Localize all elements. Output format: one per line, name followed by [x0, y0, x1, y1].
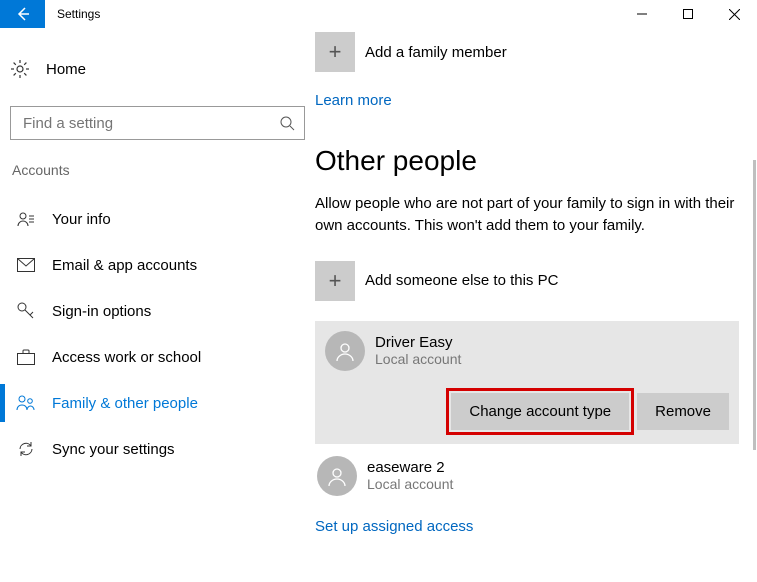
section-label: Accounts: [10, 162, 315, 178]
sidebar-item-family[interactable]: Family & other people: [10, 380, 315, 426]
search-icon: [270, 115, 304, 131]
learn-more-link[interactable]: Learn more: [315, 92, 739, 109]
window-controls: [619, 0, 757, 28]
avatar-icon: [317, 456, 357, 496]
sidebar-item-label: Sync your settings: [52, 441, 175, 458]
user-name: Driver Easy: [375, 334, 461, 351]
sidebar-item-label: Access work or school: [52, 349, 201, 366]
add-other-label: Add someone else to this PC: [365, 272, 558, 289]
mail-icon: [16, 255, 36, 275]
home-label: Home: [46, 61, 86, 78]
plus-icon: +: [315, 261, 355, 301]
sidebar-item-your-info[interactable]: Your info: [10, 196, 315, 242]
other-people-description: Allow people who are not part of your fa…: [315, 193, 739, 237]
add-family-row[interactable]: + Add a family member: [315, 32, 739, 72]
add-family-label: Add a family member: [365, 44, 507, 61]
key-icon: [16, 301, 36, 321]
search-input[interactable]: [11, 115, 270, 132]
remove-button[interactable]: Remove: [637, 393, 729, 430]
window-titlebar: Settings: [0, 0, 757, 28]
briefcase-icon: [16, 347, 36, 367]
sidebar-item-label: Email & app accounts: [52, 257, 197, 274]
left-panel: Home Accounts Your info Email & app acco…: [0, 28, 315, 582]
user-row-easeware[interactable]: easeware 2 Local account: [315, 450, 739, 496]
sidebar-item-label: Sign-in options: [52, 303, 151, 320]
gear-icon: [10, 59, 30, 79]
sidebar-item-signin[interactable]: Sign-in options: [10, 288, 315, 334]
person-icon: [16, 209, 36, 229]
search-box[interactable]: [10, 106, 305, 140]
sidebar-item-work[interactable]: Access work or school: [10, 334, 315, 380]
scrollbar[interactable]: [753, 160, 756, 450]
minimize-button[interactable]: [619, 0, 665, 28]
assigned-access-link[interactable]: Set up assigned access: [315, 518, 739, 535]
user-subtitle: Local account: [375, 351, 461, 367]
change-account-type-button[interactable]: Change account type: [451, 393, 629, 430]
other-people-heading: Other people: [315, 145, 739, 177]
user-subtitle: Local account: [367, 476, 453, 492]
maximize-button[interactable]: [665, 0, 711, 28]
back-button[interactable]: [0, 0, 45, 28]
sidebar-item-email[interactable]: Email & app accounts: [10, 242, 315, 288]
plus-icon: +: [315, 32, 355, 72]
avatar-icon: [325, 331, 365, 371]
user-card-driver-easy[interactable]: Driver Easy Local account Change account…: [315, 321, 739, 444]
sidebar-item-label: Family & other people: [52, 395, 198, 412]
user-name: easeware 2: [367, 459, 453, 476]
sidebar-item-label: Your info: [52, 211, 111, 228]
sidebar-item-sync[interactable]: Sync your settings: [10, 426, 315, 472]
sync-icon: [16, 439, 36, 459]
window-title: Settings: [45, 7, 100, 21]
main-panel: + Add a family member Learn more Other p…: [315, 28, 757, 582]
close-button[interactable]: [711, 0, 757, 28]
people-icon: [16, 393, 36, 413]
home-button[interactable]: Home: [10, 48, 315, 90]
add-other-row[interactable]: + Add someone else to this PC: [315, 261, 739, 301]
